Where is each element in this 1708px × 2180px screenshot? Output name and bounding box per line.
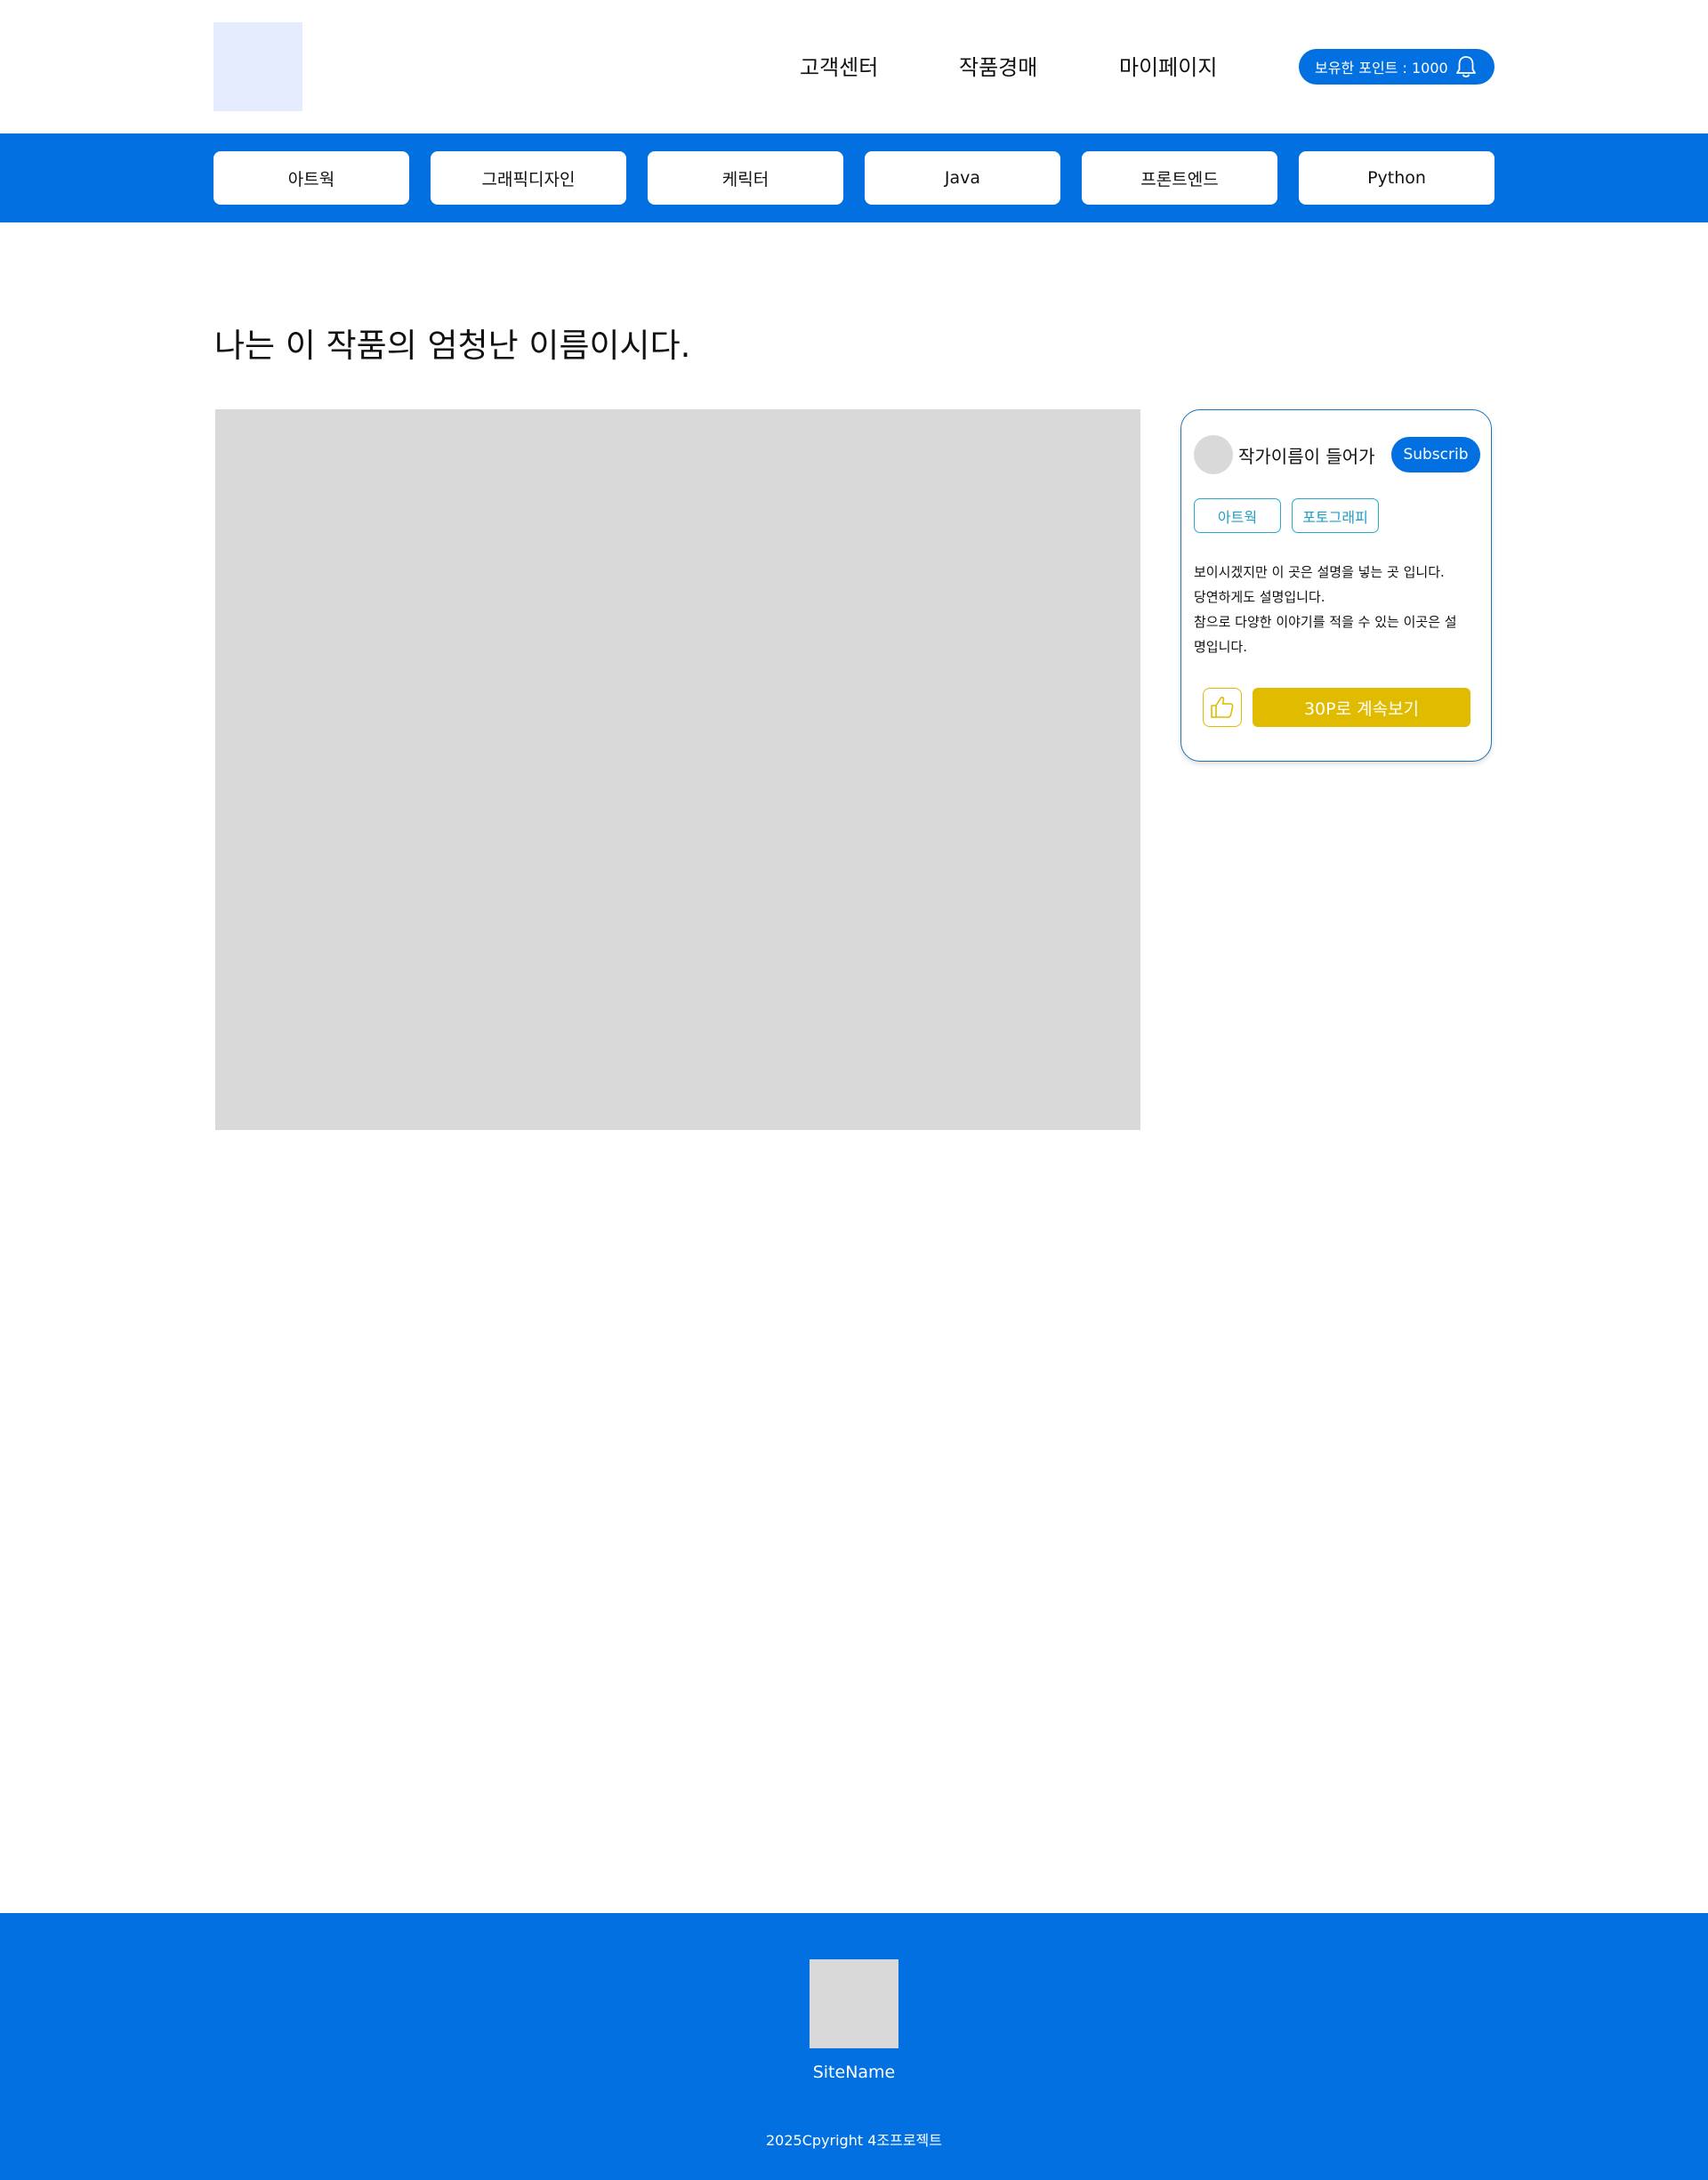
category-java[interactable]: Java [865, 151, 1060, 205]
continue-viewing-button[interactable]: 30P로 계속보기 [1253, 688, 1470, 727]
footer-site-name: SiteName [812, 2063, 896, 2082]
artwork-info-card: 작가이름이 들어가 Subscrib 아트웍 포토그래피 보이시겠지만 이 곳은… [1180, 409, 1492, 762]
subscribe-button[interactable]: Subscrib [1391, 437, 1480, 472]
author-name[interactable]: 작가이름이 들어가 [1238, 442, 1375, 468]
description-line: 명입니다. [1194, 639, 1247, 655]
description-line: 참으로 다양한 이야기를 적을 수 있는 이곳은 설 [1194, 614, 1457, 630]
like-button[interactable] [1203, 688, 1242, 727]
thumbs-up-icon [1211, 696, 1234, 718]
tag-artwork[interactable]: 아트웍 [1194, 498, 1281, 533]
category-character[interactable]: 케릭터 [648, 151, 843, 205]
footer-copyright: 2025Cpyright 4조프로젝트 [766, 2132, 942, 2149]
points-label: 보유한 포인트 : 1000 [1315, 60, 1448, 77]
artwork-image [215, 409, 1140, 1130]
points-badge[interactable]: 보유한 포인트 : 1000 [1299, 49, 1494, 85]
description-line: 보이시겠지만 이 곳은 설명을 넣는 곳 입니다. [1194, 564, 1445, 580]
tag-photography[interactable]: 포토그래피 [1292, 498, 1379, 533]
footer-logo [810, 1959, 898, 2048]
category-frontend[interactable]: 프론트엔드 [1082, 151, 1277, 205]
bell-icon[interactable] [1454, 54, 1478, 79]
nav-artwork-auction[interactable]: 작품경매 [959, 50, 1037, 81]
description-line: 당연하게도 설명입니다. [1194, 589, 1325, 605]
category-graphic-design[interactable]: 그래픽디자인 [431, 151, 626, 205]
nav-my-page[interactable]: 마이페이지 [1119, 50, 1217, 81]
category-python[interactable]: Python [1299, 151, 1494, 205]
category-artwork[interactable]: 아트웍 [214, 151, 409, 205]
site-logo[interactable] [214, 22, 302, 111]
category-bar: 아트웍 그래픽디자인 케릭터 Java 프론트엔드 Python [0, 133, 1708, 222]
footer: SiteName 2025Cpyright 4조프로젝트 [0, 1913, 1708, 2180]
author-avatar[interactable] [1194, 435, 1233, 474]
header: 고객센터 작품경매 마이페이지 보유한 포인트 : 1000 [0, 0, 1708, 133]
nav-customer-center[interactable]: 고객센터 [800, 50, 878, 81]
artwork-description: 보이시겠지만 이 곳은 설명을 넣는 곳 입니다. 당연하게도 설명입니다. 참… [1194, 560, 1478, 659]
page-title: 나는 이 작품의 엄청난 이름이시다. [214, 327, 691, 365]
